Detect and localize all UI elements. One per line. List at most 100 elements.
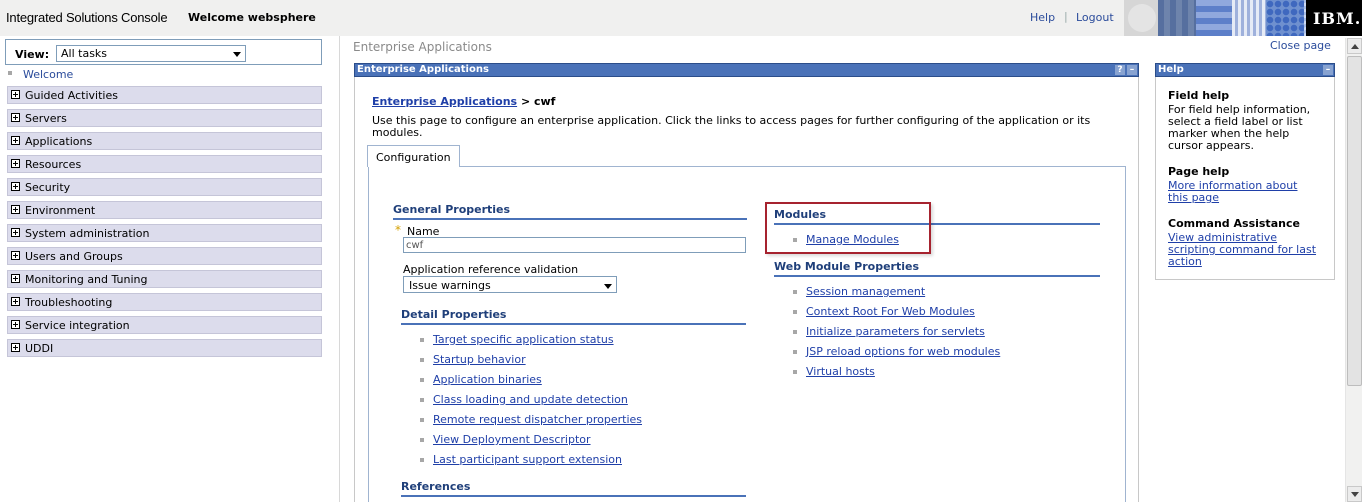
breadcrumb-current: cwf <box>534 95 556 108</box>
breadcrumb-separator: > <box>517 95 534 108</box>
view-filter: View: All tasks <box>5 39 322 65</box>
welcome-user: Welcome websphere <box>188 11 316 24</box>
help-icon[interactable]: ? <box>1115 65 1125 75</box>
dropdown-arrow-icon[interactable] <box>230 47 243 60</box>
remote-request-dispatcher-link[interactable]: Remote request dispatcher properties <box>433 413 642 426</box>
header-help-link[interactable]: Help <box>1030 11 1055 24</box>
expand-icon[interactable] <box>11 251 20 260</box>
view-admin-scripting-command-link[interactable]: View administrative scripting command fo… <box>1168 232 1323 268</box>
close-page-link[interactable]: Close page <box>1270 39 1331 52</box>
nav-welcome-link[interactable]: Welcome <box>23 68 73 81</box>
expand-icon[interactable] <box>11 297 20 306</box>
expand-icon[interactable] <box>11 228 20 237</box>
application-reference-validation-select[interactable]: Issue warnings <box>403 276 617 293</box>
jsp-reload-options-link[interactable]: JSP reload options for web modules <box>806 345 1000 358</box>
nav-item-label: Users and Groups <box>25 250 123 263</box>
header-separator: | <box>1064 10 1068 23</box>
bullet-icon <box>420 358 424 362</box>
initialize-parameters-link[interactable]: Initialize parameters for servlets <box>806 325 985 338</box>
nav-item-uddi[interactable]: UDDI <box>7 339 322 357</box>
scroll-up-arrow-icon[interactable] <box>1347 38 1362 54</box>
console-title: Integrated Solutions Console <box>6 10 168 25</box>
expand-icon[interactable] <box>11 205 20 214</box>
vertical-scrollbar[interactable] <box>1345 38 1362 502</box>
scroll-down-arrow-icon[interactable] <box>1347 486 1362 502</box>
nav-item-label: Servers <box>25 112 67 125</box>
expand-icon[interactable] <box>11 90 20 99</box>
application-reference-validation-label[interactable]: Application reference validation <box>403 263 578 276</box>
navigation-panel: View: All tasks Welcome Guided Activitie… <box>0 36 340 502</box>
page-help-heading: Page help <box>1168 165 1230 178</box>
nav-item-users-and-groups[interactable]: Users and Groups <box>7 247 322 265</box>
startup-behavior-link[interactable]: Startup behavior <box>433 353 526 366</box>
command-assistance-heading: Command Assistance <box>1168 217 1300 230</box>
nav-item-servers[interactable]: Servers <box>7 109 322 127</box>
bullet-icon <box>793 310 797 314</box>
nav-item-guided-activities[interactable]: Guided Activities <box>7 86 322 104</box>
virtual-hosts-link[interactable]: Virtual hosts <box>806 365 875 378</box>
minimize-icon[interactable]: – <box>1323 65 1333 75</box>
application-binaries-link[interactable]: Application binaries <box>433 373 542 386</box>
masthead: Integrated Solutions Console Welcome web… <box>0 0 1362 36</box>
last-participant-support-link[interactable]: Last participant support extension <box>433 453 622 466</box>
nav-item-monitoring-and-tuning[interactable]: Monitoring and Tuning <box>7 270 322 288</box>
expand-icon[interactable] <box>11 113 20 122</box>
nav-item-resources[interactable]: Resources <box>7 155 322 173</box>
expand-icon[interactable] <box>11 159 20 168</box>
references-heading: References <box>401 480 746 497</box>
web-module-properties-heading: Web Module Properties <box>774 260 1100 277</box>
nav-item-environment[interactable]: Environment <box>7 201 322 219</box>
nav-item-label: System administration <box>25 227 150 240</box>
nav-item-label: Troubleshooting <box>25 296 113 309</box>
nav-item-system-administration[interactable]: System administration <box>7 224 322 242</box>
scrollbar-thumb[interactable] <box>1347 56 1362 386</box>
detail-properties-heading: Detail Properties <box>401 308 746 325</box>
nav-item-label: Resources <box>25 158 82 171</box>
class-loading-link[interactable]: Class loading and update detection <box>433 393 628 406</box>
context-root-link[interactable]: Context Root For Web Modules <box>806 305 975 318</box>
bullet-icon <box>420 418 424 422</box>
nav-item-label: Environment <box>25 204 96 217</box>
page-title: Enterprise Applications <box>353 40 492 54</box>
minimize-icon[interactable]: – <box>1127 65 1137 75</box>
ibm-logo: IBM. <box>1313 9 1362 28</box>
view-deployment-descriptor-link[interactable]: View Deployment Descriptor <box>433 433 591 446</box>
expand-icon[interactable] <box>11 320 20 329</box>
tab-configuration[interactable]: Configuration <box>367 145 460 167</box>
bullet-icon <box>793 370 797 374</box>
session-management-link[interactable]: Session management <box>806 285 925 298</box>
expand-icon[interactable] <box>11 274 20 283</box>
breadcrumb-enterprise-applications-link[interactable]: Enterprise Applications <box>372 95 517 108</box>
breadcrumb: Enterprise Applications > cwf <box>372 95 555 108</box>
more-information-link[interactable]: More information about this page <box>1168 180 1308 204</box>
view-select[interactable]: All tasks <box>56 45 246 62</box>
view-label: View: <box>15 48 50 61</box>
nav-item-applications[interactable]: Applications <box>7 132 322 150</box>
general-properties-heading: General Properties <box>393 203 747 220</box>
nav-item-troubleshooting[interactable]: Troubleshooting <box>7 293 322 311</box>
name-field[interactable] <box>403 237 746 253</box>
bullet-icon <box>793 290 797 294</box>
expand-icon[interactable] <box>11 182 20 191</box>
dropdown-arrow-icon[interactable] <box>601 279 614 292</box>
nav-item-label: Guided Activities <box>25 89 118 102</box>
expand-icon[interactable] <box>11 136 20 145</box>
help-panel-header: Help – <box>1155 63 1335 77</box>
bullet-icon <box>420 338 424 342</box>
nav-item-label: Service integration <box>25 319 130 332</box>
help-panel-title: Help <box>1158 64 1184 75</box>
expand-icon[interactable] <box>11 343 20 352</box>
nav-item-label: UDDI <box>25 342 54 355</box>
field-help-text: For field help information, select a fie… <box>1168 103 1311 152</box>
arv-select-value: Issue warnings <box>409 279 491 292</box>
nav-item-security[interactable]: Security <box>7 178 322 196</box>
bullet-icon <box>793 350 797 354</box>
field-help-heading: Field help <box>1168 89 1230 102</box>
bullet-icon <box>420 398 424 402</box>
nav-item-service-integration[interactable]: Service integration <box>7 316 322 334</box>
highlight-box <box>765 202 931 254</box>
logout-link[interactable]: Logout <box>1076 11 1114 24</box>
target-specific-application-status-link[interactable]: Target specific application status <box>433 333 614 346</box>
bullet-icon <box>8 71 12 75</box>
panel-title: Enterprise Applications <box>357 64 489 75</box>
